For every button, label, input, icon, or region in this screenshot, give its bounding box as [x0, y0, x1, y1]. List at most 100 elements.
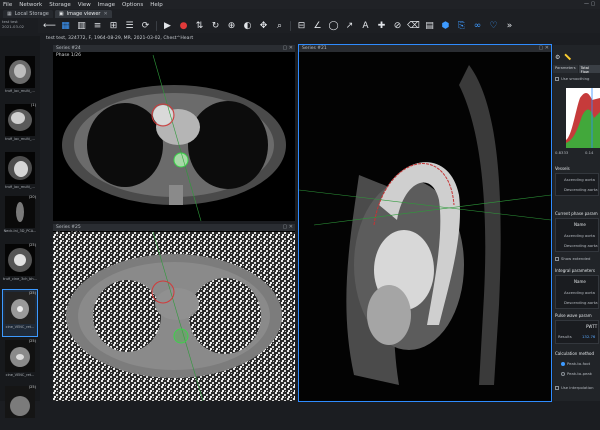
peak-to-foot-radio[interactable]: Peak-to-foot [561, 361, 590, 366]
tab-local-storage[interactable]: ▦ Local Storage [3, 10, 53, 18]
menu-view[interactable]: View [78, 2, 91, 8]
series-thumbnails: trufi_loc_multi_... (1) trufi_loc_multi_… [0, 36, 40, 418]
checkbox[interactable] [555, 386, 559, 390]
current-phase-label: Current phase param [555, 211, 598, 216]
sagittal-candy-cane-image [299, 52, 551, 401]
record-icon[interactable]: ● [178, 20, 189, 31]
window-level-icon[interactable]: ◐ [242, 20, 253, 31]
use-interpolation-checkbox[interactable]: Use interpolation [555, 385, 594, 390]
menu-file[interactable]: File [3, 2, 12, 8]
tab-local-storage-label: Local Storage [14, 11, 49, 17]
thumbnail-8[interactable]: (25) [3, 384, 37, 430]
use-smoothing-checkbox[interactable]: Use smoothing [555, 76, 589, 81]
cine-icon[interactable]: ▤ [424, 20, 435, 31]
thumbnail-image [5, 196, 35, 228]
pan-icon[interactable]: ✥ [258, 20, 269, 31]
zoom-icon[interactable]: ⊕ [226, 20, 237, 31]
toolbar: ⟵ ▦ ▥ ≡ ⊞ ☰ ⟳ ▶ ● ⇅ ↻ ⊕ ◐ ✥ ⌕ ⊟ ∠ ◯ ↗ A … [38, 18, 600, 33]
vessels-label: Vessels [555, 166, 570, 171]
panel-icons: ⚙ 📏 [555, 54, 572, 61]
thumbnail-4[interactable]: (20) Neck-Ini_3D_PCA... [3, 194, 37, 240]
table-row: Descending aorta [564, 243, 598, 248]
thumbnail-label: trufi_loc_multi_... [5, 137, 35, 141]
play-icon[interactable]: ▶ [162, 20, 173, 31]
calculation-method-label: Calculation method [555, 351, 595, 356]
arrow-left-icon[interactable]: ⟵ [43, 20, 56, 31]
text-overlay-icon[interactable]: ≡ [92, 20, 103, 31]
integral-parameters-table: Name Ascending aorta Descending aorta [555, 275, 599, 309]
thumbnail-5[interactable]: (25) trufi_cine_3ch_bh... [3, 242, 37, 288]
rotate-icon[interactable]: ↻ [210, 20, 221, 31]
viewport-phase[interactable]: Series #25 ▢ ✕ Phase 1/26 [53, 224, 295, 401]
radio[interactable] [561, 372, 565, 376]
thumbnail-count: (25) [28, 243, 36, 247]
more-icon[interactable]: » [504, 20, 515, 31]
patient-info: test test 2021-03-02 [2, 19, 38, 35]
thumbnail-6[interactable]: (25) cine_VENC_ret... [2, 289, 38, 337]
sync-icon[interactable]: ⟳ [140, 20, 151, 31]
table-row: Ascending aorta [564, 233, 595, 238]
magnifier-icon[interactable]: ⌕ [274, 20, 285, 31]
thumbnail-count: (25) [28, 339, 36, 343]
axial-phase-image [53, 231, 295, 401]
thumbnail-3[interactable]: trufi_loc_multi_... [3, 150, 37, 196]
reset-icon[interactable]: ⊘ [392, 20, 403, 31]
menu-options[interactable]: Options [122, 2, 143, 8]
menu-image[interactable]: Image [98, 2, 115, 8]
thumbnail-label: cine_VENC_ret... [5, 373, 35, 377]
menu-storage[interactable]: Storage [49, 2, 71, 8]
link-series-icon[interactable]: ∞ [472, 20, 483, 31]
thumbnail-2[interactable]: (1) trufi_loc_multi_... [3, 102, 37, 148]
storage-icon: ▦ [7, 11, 12, 17]
pwv-table: PWTT Results 132.76 [555, 320, 599, 344]
angle-icon[interactable]: ∠ [312, 20, 323, 31]
menu-network[interactable]: Network [19, 2, 42, 8]
image-icon: ▣ [58, 11, 64, 17]
tab-image-viewer[interactable]: ▣ Image viewer ✕ [54, 10, 112, 18]
window-controls[interactable]: — ▢ [584, 1, 595, 7]
radio[interactable] [561, 362, 565, 366]
scout-icon[interactable]: ✚ [376, 20, 387, 31]
roi-icon[interactable]: ◯ [328, 20, 339, 31]
mpr-icon[interactable]: ⎘ [456, 20, 467, 31]
settings-icon[interactable]: ⚙ [555, 54, 560, 61]
viewport-sagittal[interactable]: Series #21 ▢ ✕ Phase 1/25 [298, 44, 552, 402]
menu-help[interactable]: Help [150, 2, 163, 8]
thumbnail-1[interactable]: trufi_loc_multi_... [3, 54, 37, 100]
flow-analysis-icon[interactable]: ⬢ [440, 20, 451, 31]
tab-bar: ▦ Local Storage ▣ Image viewer ✕ [0, 9, 600, 18]
tab-image-viewer-label: Image viewer [66, 11, 101, 17]
link-icon[interactable]: ⊞ [108, 20, 119, 31]
layout-grid-icon[interactable]: ▦ [60, 20, 71, 31]
tab-parameters[interactable]: Parameters [553, 65, 578, 73]
text-annotation-icon[interactable]: A [360, 20, 371, 31]
ruler-icon[interactable]: ⊟ [296, 20, 307, 31]
peak-to-peak-radio[interactable]: Peak-to-peak [561, 371, 592, 376]
separator [156, 20, 157, 31]
sort-icon[interactable]: ⇅ [194, 20, 205, 31]
lines-icon[interactable]: ☰ [124, 20, 135, 31]
pwv-icon[interactable]: ♡ [488, 20, 499, 31]
thumbnail-label: trufi_cine_3ch_bh... [3, 277, 37, 281]
vessel-ascending[interactable]: Ascending aorta [564, 177, 595, 182]
viewport-magnitude[interactable]: Series #24 ▢ ✕ Phase 1/26 [53, 45, 295, 221]
menu-bar: File Network Storage View Image Options … [0, 0, 600, 9]
eraser-icon[interactable]: ⌫ [407, 20, 420, 31]
results-value: 132.76 [582, 334, 596, 339]
thumbnail-7[interactable]: (25) cine_VENC_ret... [3, 338, 37, 384]
thumbnail-count: (20) [28, 195, 36, 199]
ruler-icon[interactable]: 📏 [564, 54, 571, 61]
thumbnail-count: (25) [28, 291, 36, 295]
show-extended-checkbox[interactable]: Show extended [555, 256, 590, 261]
close-tab-icon[interactable]: ✕ [104, 11, 108, 17]
chart-tick-left: 0.8333 [555, 150, 569, 155]
series-grid-icon[interactable]: ▥ [76, 20, 87, 31]
thumbnail-image [5, 340, 35, 372]
checkbox[interactable] [555, 77, 559, 81]
checkbox[interactable] [555, 257, 559, 261]
vessel-descending[interactable]: Descending aorta [564, 187, 598, 192]
table-row: Ascending aorta [564, 290, 595, 295]
tab-total-flow[interactable]: Total Flow [578, 65, 600, 74]
arrow-annotation-icon[interactable]: ↗ [344, 20, 355, 31]
thumbnail-image [5, 292, 35, 324]
